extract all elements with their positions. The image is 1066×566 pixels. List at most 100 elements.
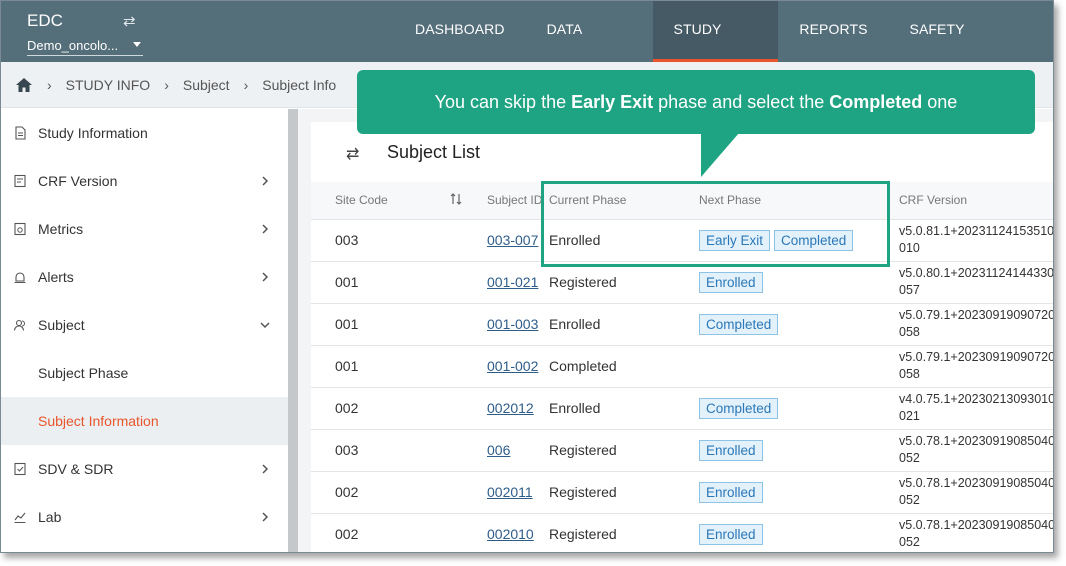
main-nav: DASHBOARD DATA ENTRY STUDY INFO REPORTS …	[394, 1, 1053, 93]
current-phase-cell: Enrolled	[549, 303, 699, 346]
next-phase-chip[interactable]: Completed	[774, 229, 854, 251]
next-phase-chip[interactable]: Completed	[699, 397, 779, 419]
current-phase-cell: Enrolled	[549, 387, 699, 430]
subject-id-link[interactable]: 002012	[487, 400, 534, 416]
swap-icon[interactable]: ⇄	[346, 144, 359, 164]
next-phase-chip[interactable]: Enrolled	[699, 523, 763, 545]
col-crf-version[interactable]: CRF Version	[899, 182, 1053, 220]
crf-version-line1: v5.0.79.1+20230919090720	[899, 308, 1054, 322]
subject-id-cell: 001-003	[473, 303, 549, 346]
sidebar-item-crf-version[interactable]: CRF Version	[1, 157, 288, 205]
site-code-cell: 003	[311, 429, 449, 472]
empty-cell	[449, 387, 473, 430]
chevron-down-icon	[133, 42, 141, 47]
sidebar-item-label: Lab	[38, 509, 62, 525]
chevron-right-icon: ›	[243, 77, 249, 93]
nav-safety-gateway[interactable]: SAFETY GATEWAY	[889, 1, 1053, 93]
crf-version-line1: v5.0.78.1+20230919085040	[899, 476, 1054, 490]
col-current-phase[interactable]: Current Phase	[549, 182, 699, 220]
subject-id-link[interactable]: 001-003	[487, 316, 538, 332]
tutorial-callout: You can skip the Early Exit phase and se…	[357, 70, 1035, 134]
study-select-value: Demo_oncolo...	[27, 38, 119, 53]
sidebar-item-study-information[interactable]: Study Information	[1, 109, 288, 157]
current-phase-cell: Completed	[549, 345, 699, 388]
crf-version-line2: 052	[899, 535, 920, 549]
breadcrumb-study-info[interactable]: STUDY INFO	[66, 77, 151, 93]
breadcrumb-subject-info: Subject Info	[262, 77, 337, 93]
sidebar-item-lab[interactable]: Lab	[1, 493, 288, 541]
nav-study-info[interactable]: STUDY INFO	[652, 1, 779, 93]
subject-id-link[interactable]: 001-002	[487, 358, 538, 374]
nav-dashboard[interactable]: DASHBOARD	[394, 1, 526, 62]
table-row[interactable]: 001 001-002 Completed v5.0.79.1+20230919090…	[311, 345, 1054, 388]
sidebar-item-subject-phase[interactable]: Subject Phase	[1, 349, 288, 397]
site-code-cell: 001	[311, 261, 449, 304]
sidebar-item-subject[interactable]: Subject	[1, 301, 288, 349]
nav-data-entry[interactable]: DATA ENTRY	[526, 1, 653, 93]
crf-version-line2: 052	[899, 451, 920, 465]
breadcrumb-subject[interactable]: Subject	[183, 77, 230, 93]
next-phase-cell: Completed	[699, 387, 899, 430]
next-phase-chip[interactable]: Enrolled	[699, 481, 763, 503]
crf-version-cell: v5.0.78.1+20230919085040 052	[899, 471, 1054, 514]
current-phase-cell: Registered	[549, 471, 699, 514]
sort-cell	[449, 182, 473, 220]
table-row[interactable]: 002 002011 Registered Enrolled v5.0.78.1+202…	[311, 471, 1054, 514]
site-code-cell: 003	[311, 219, 449, 262]
chevron-right-icon	[262, 224, 269, 234]
next-phase-chip[interactable]: Early Exit	[699, 229, 771, 251]
table-header-row: Site Code Subject ID Current Phase Next …	[311, 182, 1053, 220]
callout-text-middle: phase and select the	[653, 91, 830, 112]
crf-version-cell: v5.0.78.1+20230919085040 052	[899, 429, 1053, 472]
table-row[interactable]: 001 001-003 Enrolled Completed v5.0.79.1+202…	[311, 303, 1054, 346]
sidebar-item-label: Study Information	[38, 125, 148, 141]
verify-icon	[14, 462, 26, 476]
crf-version-cell: v4.0.75.1+20230213093010 021	[899, 387, 1053, 430]
nav-reports[interactable]: REPORTS	[778, 1, 888, 62]
sidebar-scrollbar[interactable]	[288, 109, 298, 552]
sidebar-item-sdv-sdr[interactable]: SDV & SDR	[1, 445, 288, 493]
chevron-down-icon	[260, 322, 270, 329]
crf-version-cell: v5.0.79.1+20230919090720 058	[899, 303, 1054, 346]
empty-cell	[449, 429, 473, 472]
col-subject-id[interactable]: Subject ID	[473, 182, 549, 220]
sidebar-item-alerts[interactable]: Alerts	[1, 253, 288, 301]
home-icon[interactable]	[15, 77, 33, 93]
sort-icon[interactable]	[449, 192, 463, 206]
subject-id-cell: 006	[473, 429, 549, 472]
next-phase-chip[interactable]: Enrolled	[699, 439, 763, 461]
table-row[interactable]: 003 006 Registered Enrolled v5.0.78.1+202309…	[311, 429, 1053, 472]
subject-id-link[interactable]: 001-021	[487, 274, 538, 290]
subject-id-link[interactable]: 006	[487, 442, 510, 458]
empty-cell	[449, 261, 473, 304]
study-select[interactable]: Demo_oncolo...	[27, 38, 143, 56]
col-site-code[interactable]: Site Code	[311, 182, 449, 220]
crf-version-line2: 058	[899, 367, 920, 381]
subject-id-link[interactable]: 002010	[487, 526, 534, 542]
chevron-right-icon	[262, 464, 269, 474]
sidebar-item-subject-information[interactable]: Subject Information	[1, 397, 288, 445]
crf-version-line2: 010	[899, 241, 920, 255]
subject-id-cell: 001-021	[473, 261, 549, 304]
alarm-icon	[14, 272, 26, 283]
subject-id-link[interactable]: 003-007	[487, 232, 538, 248]
sidebar-item-metrics[interactable]: Metrics	[1, 205, 288, 253]
chevron-right-icon	[262, 272, 269, 282]
list-title: Subject List	[387, 142, 481, 162]
next-phase-chip[interactable]: Completed	[699, 313, 779, 335]
crf-version-line1: v5.0.81.1+20231124153510	[899, 224, 1054, 238]
chevron-right-icon: ›	[164, 77, 169, 93]
switch-study-icon[interactable]: ⇄	[123, 12, 136, 30]
next-phase-cell: Early Exit Completed	[699, 219, 899, 262]
table-row[interactable]: 002 002010 Registered Enrolled v5.0.78.1+202…	[311, 513, 1053, 552]
col-next-phase[interactable]: Next Phase	[699, 182, 899, 220]
table-row[interactable]: 002 002012 Enrolled Completed v4.0.75.1+2023…	[311, 387, 1053, 430]
callout-bold-completed: Completed	[829, 91, 923, 112]
subject-table: Site Code Subject ID Current Phase Next …	[311, 182, 1054, 552]
table-row[interactable]: 003 003-007 Enrolled Early Exit Completed v5.…	[311, 219, 1054, 262]
subject-id-link[interactable]: 002011	[487, 484, 533, 500]
crf-version-line1: v5.0.79.1+20230919090720	[899, 350, 1054, 364]
table-row[interactable]: 001 001-021 Registered Enrolled v5.0.80.1+20…	[311, 261, 1053, 304]
sidebar-item-label: CRF Version	[38, 173, 118, 189]
next-phase-chip[interactable]: Enrolled	[699, 271, 763, 293]
